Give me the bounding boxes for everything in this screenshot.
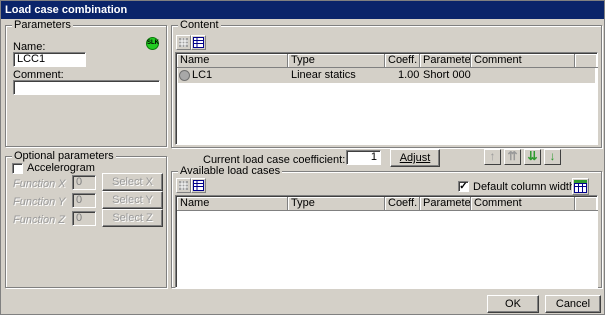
name-input[interactable]: LCC1 [13, 52, 86, 67]
content-col-coeff[interactable]: Coeff. [385, 54, 420, 68]
slk-badge-text: SLK [147, 40, 159, 46]
cancel-button[interactable]: Cancel [545, 295, 601, 313]
adjust-button[interactable]: Adjust [390, 149, 440, 167]
content-col-name[interactable]: Name [177, 54, 288, 68]
move-all-down-button[interactable]: ⇊ [524, 149, 541, 165]
optional-parameters-group-label: Optional parameters [12, 150, 116, 162]
content-list[interactable]: Name Type Coeff. Parameters Comment LC1 … [175, 52, 598, 145]
default-width-label: Default column width [473, 181, 576, 193]
available-group-label: Available load cases [178, 165, 283, 177]
dialog-window: Load case combination Parameters Name: S… [0, 0, 605, 315]
move-down-button[interactable]: ↓ [544, 149, 561, 165]
available-col-filler [575, 197, 598, 211]
available-list-header: Name Type Coeff. Parameters Comment [177, 197, 598, 211]
content-col-type[interactable]: Type [288, 54, 385, 68]
select-z-button[interactable]: Select Z [102, 209, 163, 227]
load-case-icon [179, 70, 190, 81]
default-width-checkbox[interactable]: ✓ [458, 181, 469, 192]
adjust-button-label: Adjust [399, 152, 431, 164]
title-bar: Load case combination [1, 1, 604, 19]
move-all-up-button[interactable]: ⇈ [504, 149, 521, 165]
function-y-input[interactable]: 0 [72, 193, 96, 208]
comment-input[interactable] [13, 80, 160, 95]
available-col-type[interactable]: Type [288, 197, 385, 211]
function-x-label: Function X [13, 178, 66, 190]
content-row[interactable]: LC1 Linear statics 1.00 Short 000 [178, 68, 595, 83]
cancel-button-label: Cancel [555, 298, 591, 310]
available-table-icon[interactable] [191, 178, 206, 193]
content-col-parameters[interactable]: Parameters [420, 54, 471, 68]
accelerogram-label: Accelerogram [27, 162, 95, 174]
function-y-label: Function Y [13, 196, 66, 208]
select-y-button[interactable]: Select Y [102, 191, 163, 209]
content-row-coeff: 1.00 [398, 69, 420, 81]
available-col-coeff[interactable]: Coeff. [385, 197, 420, 211]
move-up-button[interactable]: ↑ [484, 149, 501, 165]
available-grid-icon[interactable] [176, 178, 191, 193]
accelerogram-checkbox[interactable] [12, 163, 23, 174]
content-list-header: Name Type Coeff. Parameters Comment [177, 54, 598, 68]
coefficient-input[interactable]: 1 [346, 150, 381, 165]
function-z-input[interactable]: 0 [72, 211, 96, 226]
content-col-comment[interactable]: Comment [471, 54, 575, 68]
function-z-label: Function Z [13, 214, 65, 226]
content-row-parameters: Short 000 [423, 69, 471, 81]
slk-badge: SLK [146, 37, 159, 50]
content-col-filler [575, 54, 598, 68]
coefficient-value: 1 [370, 151, 377, 163]
available-col-parameters[interactable]: Parameters [420, 197, 471, 211]
function-x-input[interactable]: 0 [72, 175, 96, 190]
content-grid-icon[interactable] [176, 35, 191, 50]
available-col-comment[interactable]: Comment [471, 197, 575, 211]
parameters-group-label: Parameters [12, 19, 73, 31]
select-x-button[interactable]: Select X [102, 173, 163, 191]
ok-button[interactable]: OK [487, 295, 539, 313]
content-table-icon[interactable] [191, 35, 206, 50]
content-row-type: Linear statics [291, 69, 356, 81]
content-row-name: LC1 [192, 69, 213, 81]
ok-button-label: OK [505, 298, 521, 310]
available-list[interactable]: Name Type Coeff. Parameters Comment [175, 195, 598, 288]
content-group-label: Content [178, 19, 221, 31]
column-width-icon[interactable] [572, 178, 589, 195]
available-col-name[interactable]: Name [177, 197, 288, 211]
